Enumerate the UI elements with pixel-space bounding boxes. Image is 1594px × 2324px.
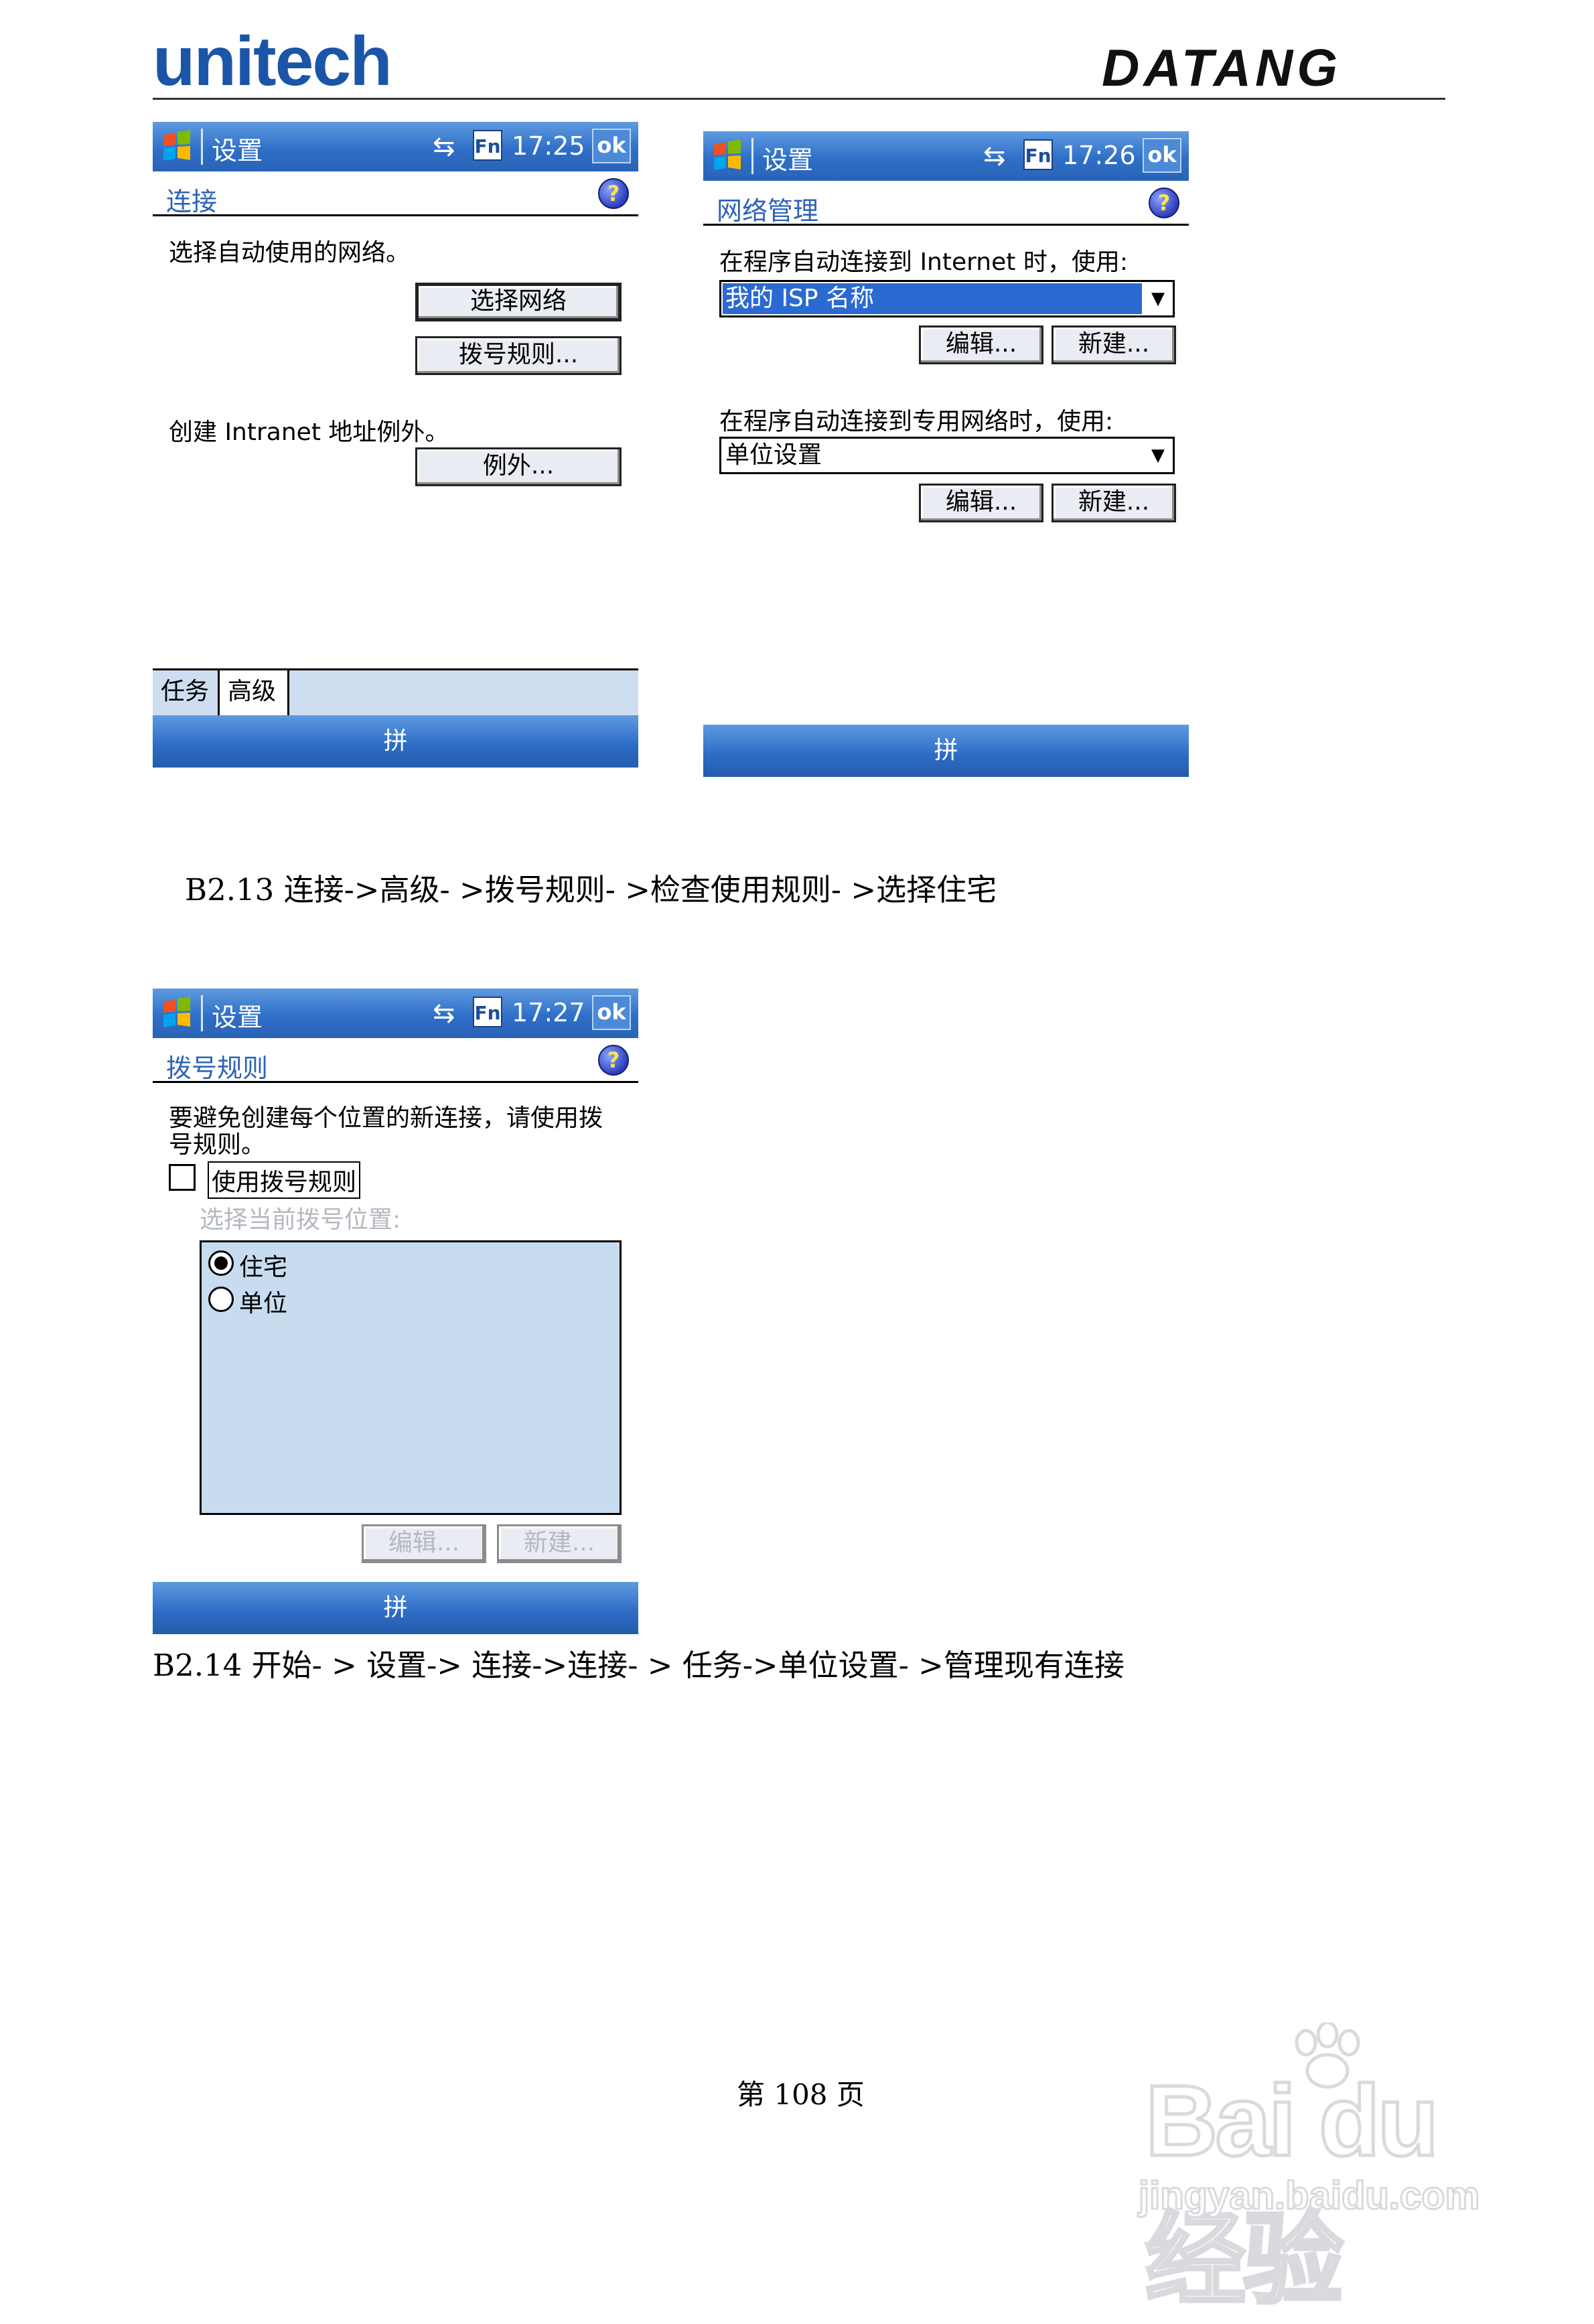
input-menu-bar[interactable]: 拼 xyxy=(703,725,1189,777)
header-divider xyxy=(153,98,1445,100)
ok-button[interactable]: ok xyxy=(592,995,631,1030)
edit-button[interactable]: 编辑... xyxy=(919,325,1043,364)
title-bar: 设置 ⇆ Fn 17:27 ok xyxy=(153,989,638,1038)
datang-logo: DATANG xyxy=(1102,38,1342,97)
title-separator xyxy=(201,129,203,165)
dropdown-arrow-icon[interactable]: ▼ xyxy=(1143,282,1173,315)
title-text: 设置 xyxy=(212,136,263,165)
location-listbox[interactable]: 住宅 单位 xyxy=(200,1240,622,1515)
page-title: 连接 xyxy=(166,187,218,216)
intranet-exception-label: 创建 Intranet 地址例外。 xyxy=(169,419,449,446)
windows-start-icon[interactable] xyxy=(159,995,194,1030)
fn-key-icon[interactable]: Fn xyxy=(473,130,502,161)
subheader: 拨号规则 ? xyxy=(153,1041,638,1083)
windows-start-icon[interactable] xyxy=(710,138,745,173)
help-icon[interactable]: ? xyxy=(598,178,629,209)
caption-b2-14: B2.14 开始- > 设置-> 连接->连接- > 任务->单位设置- >管理… xyxy=(153,1648,1125,1683)
dropdown-value: 我的 ISP 名称 xyxy=(723,283,1142,314)
select-location-label: 选择当前拨号位置: xyxy=(200,1206,401,1234)
clock[interactable]: 17:27 xyxy=(512,998,585,1027)
radio-work-label[interactable]: 单位 xyxy=(239,1284,287,1319)
dial-rules-button[interactable]: 拨号规则... xyxy=(415,336,622,375)
connectivity-icon[interactable]: ⇆ xyxy=(433,998,455,1029)
connectivity-icon[interactable]: ⇆ xyxy=(983,141,1006,171)
help-icon[interactable]: ? xyxy=(1149,188,1179,218)
windows-start-icon[interactable] xyxy=(159,129,194,163)
input-menu-bar[interactable]: 拼 xyxy=(153,1582,638,1634)
new-button[interactable]: 新建... xyxy=(1052,325,1176,364)
ok-button[interactable]: ok xyxy=(592,129,631,163)
watermark-url: jingyan.baidu.com xyxy=(1137,2173,1480,2219)
title-text: 设置 xyxy=(762,145,814,175)
clock[interactable]: 17:26 xyxy=(1062,141,1136,170)
subheader-divider xyxy=(703,224,1189,226)
new-button[interactable]: 新建... xyxy=(1052,484,1176,522)
dropdown-arrow-icon[interactable]: ▼ xyxy=(1143,439,1173,472)
tab-tasks[interactable]: 任务 xyxy=(153,670,220,717)
subheader-divider xyxy=(153,214,638,216)
subheader: 网络管理 ? xyxy=(703,184,1189,226)
screen-network-management: 设置 ⇆ Fn 17:26 ok 网络管理 ? 在程序自动连接到 Interne… xyxy=(703,131,1189,777)
title-separator xyxy=(751,138,753,174)
help-icon[interactable]: ? xyxy=(598,1045,629,1076)
edit-button[interactable]: 编辑... xyxy=(362,1524,486,1563)
caption-b2-13: B2.13 连接->高级- >拨号规则- >检查使用规则- >选择住宅 xyxy=(185,872,997,907)
clock[interactable]: 17:25 xyxy=(512,131,585,161)
radio-home-label[interactable]: 住宅 xyxy=(239,1248,287,1283)
radio-home[interactable] xyxy=(208,1250,234,1276)
title-separator xyxy=(201,995,203,1031)
connectivity-icon[interactable]: ⇆ xyxy=(433,131,455,162)
new-button[interactable]: 新建... xyxy=(497,1524,622,1563)
fn-key-icon[interactable]: Fn xyxy=(473,997,502,1027)
ok-button[interactable]: ok xyxy=(1143,138,1181,173)
exceptions-button[interactable]: 例外... xyxy=(415,447,622,486)
auto-network-label: 选择自动使用的网络。 xyxy=(169,239,411,267)
tab-advanced[interactable]: 高级 xyxy=(220,670,289,717)
page-title: 网络管理 xyxy=(717,196,819,226)
input-menu-bar[interactable]: 拼 xyxy=(153,715,638,768)
screen-connections: 设置 ⇆ Fn 17:25 ok 连接 ? 选择自动使用的网络。 选择网络 拨号… xyxy=(153,122,638,768)
private-network-dropdown[interactable]: 单位设置 ▼ xyxy=(719,437,1175,474)
title-bar: 设置 ⇆ Fn 17:25 ok xyxy=(153,122,638,171)
subheader: 连接 ? xyxy=(153,174,638,216)
internet-connection-label: 在程序自动连接到 Internet 时，使用: xyxy=(719,248,1128,276)
unitech-logo: unitech xyxy=(153,23,392,100)
dropdown-value: 单位设置 xyxy=(725,441,822,469)
internet-connection-dropdown[interactable]: 我的 ISP 名称 ▼ xyxy=(719,280,1175,317)
dial-rules-description-line2: 号规则。 xyxy=(169,1131,266,1159)
edit-button[interactable]: 编辑... xyxy=(919,484,1043,522)
use-dial-rules-label[interactable]: 使用拨号规则 xyxy=(208,1161,361,1199)
title-bar: 设置 ⇆ Fn 17:26 ok xyxy=(703,131,1189,181)
private-network-label: 在程序自动连接到专用网络时，使用: xyxy=(719,408,1114,435)
baidu-watermark: Bai du 经验 jingyan.baidu.com xyxy=(1125,2023,1540,2318)
screen-dialing-rules: 设置 ⇆ Fn 17:27 ok 拨号规则 ? 要避免创建每个位置的新连接，请使… xyxy=(153,989,638,1636)
tab-strip: 任务 高级 xyxy=(153,668,638,717)
page-title: 拨号规则 xyxy=(166,1054,269,1083)
use-dial-rules-checkbox[interactable] xyxy=(169,1164,196,1191)
radio-work[interactable] xyxy=(208,1287,234,1312)
page-number: 第 108 页 xyxy=(737,2078,865,2111)
select-network-button[interactable]: 选择网络 xyxy=(415,283,622,321)
fn-key-icon[interactable]: Fn xyxy=(1023,139,1053,170)
subheader-divider xyxy=(153,1081,638,1083)
title-text: 设置 xyxy=(212,1003,263,1032)
